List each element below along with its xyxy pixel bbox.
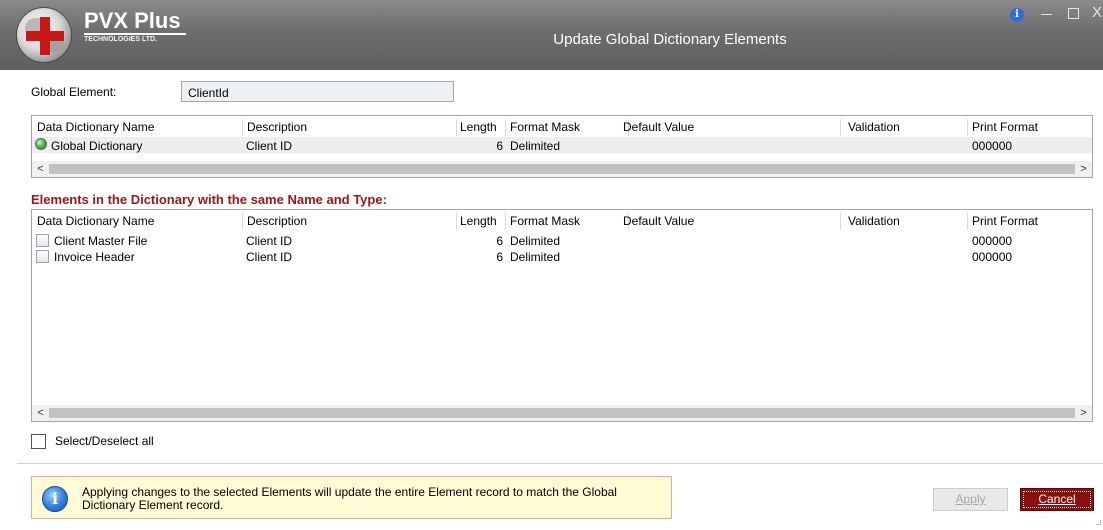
grid-header: Data Dictionary Name Description Length … — [32, 212, 1092, 230]
window-title: Update Global Dictionary Elements — [553, 31, 787, 48]
logo-subtext: TECHNOLOGIES LTD. — [84, 36, 157, 43]
col-header-validation[interactable]: Validation — [848, 120, 900, 134]
global-element-field: ClientId — [181, 81, 454, 102]
table-row[interactable]: Invoice Header Client ID 6 Delimited 000… — [32, 248, 1092, 264]
col-header-print-format[interactable]: Print Format — [972, 214, 1038, 228]
grid-header: Data Dictionary Name Description Length … — [32, 118, 1092, 136]
cell-name: Global Dictionary — [51, 139, 143, 153]
logo-text: PVX Plus — [84, 9, 186, 35]
maximize-button[interactable] — [1068, 8, 1079, 19]
global-dictionary-grid[interactable]: Data Dictionary Name Description Length … — [31, 115, 1093, 178]
col-header-format-mask[interactable]: Format Mask — [510, 120, 580, 134]
table-row[interactable]: Client Master File Client ID 6 Delimited… — [32, 232, 1092, 248]
col-header-length[interactable]: Length — [460, 120, 497, 134]
col-header-name[interactable]: Data Dictionary Name — [37, 214, 154, 228]
info-icon: i — [42, 486, 68, 512]
global-element-label: Global Element: — [31, 85, 117, 99]
cell-length: 6 — [496, 250, 503, 264]
info-message: Applying changes to the selected Element… — [82, 485, 617, 512]
cell-format-mask: Delimited — [510, 139, 561, 153]
info-message-box: i Applying changes to the selected Eleme… — [31, 476, 672, 519]
minimize-button[interactable] — [1041, 14, 1052, 15]
cell-length: 6 — [496, 139, 503, 153]
cancel-button[interactable]: Cancel — [1020, 488, 1094, 511]
global-element-value: ClientId — [188, 86, 229, 100]
cell-description: Client ID — [246, 234, 293, 248]
row-checkbox[interactable] — [36, 250, 49, 263]
col-header-validation[interactable]: Validation — [848, 214, 900, 228]
col-header-description[interactable]: Description — [247, 120, 307, 134]
cancel-button-label: Cancel — [1038, 492, 1076, 506]
cell-description: Client ID — [246, 139, 293, 153]
cell-name: Client Master File — [54, 234, 148, 248]
col-header-print-format[interactable]: Print Format — [972, 120, 1038, 134]
col-header-description[interactable]: Description — [247, 214, 307, 228]
apply-button-label: Apply — [955, 492, 986, 506]
cell-print-format: 000000 — [972, 250, 1013, 264]
horizontal-scrollbar[interactable]: < > — [32, 161, 1092, 177]
cell-length: 6 — [496, 234, 503, 248]
scroll-left-icon[interactable]: < — [32, 161, 49, 177]
col-header-default-value[interactable]: Default Value — [623, 120, 694, 134]
title-bar: PVX Plus TECHNOLOGIES LTD. Update Global… — [0, 0, 1103, 70]
horizontal-scrollbar[interactable]: < > — [32, 405, 1092, 421]
elements-grid[interactable]: Data Dictionary Name Description Length … — [31, 209, 1093, 422]
cell-description: Client ID — [246, 250, 293, 264]
cell-format-mask: Delimited — [510, 250, 561, 264]
select-all-checkbox[interactable] — [31, 434, 46, 449]
scroll-thumb[interactable] — [49, 164, 1075, 174]
scroll-thumb[interactable] — [49, 408, 1075, 418]
col-header-format-mask[interactable]: Format Mask — [510, 214, 580, 228]
cell-print-format: 000000 — [972, 234, 1013, 248]
close-button[interactable]: X — [1092, 4, 1102, 21]
col-header-length[interactable]: Length — [460, 214, 497, 228]
select-all-label[interactable]: Select/Deselect all — [55, 434, 154, 448]
table-row[interactable]: Global Dictionary Client ID 6 Delimited … — [32, 137, 1092, 153]
cell-name: Invoice Header — [54, 250, 135, 264]
col-header-name[interactable]: Data Dictionary Name — [37, 120, 154, 134]
resize-grip-icon[interactable] — [1096, 520, 1101, 525]
pvx-logo-globe-icon — [16, 7, 72, 63]
info-icon[interactable]: i — [1010, 8, 1024, 22]
cell-format-mask: Delimited — [510, 234, 561, 248]
scroll-right-icon[interactable]: > — [1075, 405, 1092, 421]
col-header-default-value[interactable]: Default Value — [623, 214, 694, 228]
apply-button[interactable]: Apply — [933, 488, 1008, 511]
cell-print-format: 000000 — [972, 139, 1013, 153]
globe-icon — [35, 138, 47, 150]
row-checkbox[interactable] — [36, 234, 49, 247]
scroll-left-icon[interactable]: < — [32, 405, 49, 421]
section-title: Elements in the Dictionary with the same… — [31, 192, 387, 207]
scroll-right-icon[interactable]: > — [1075, 161, 1092, 177]
divider — [17, 463, 1103, 464]
